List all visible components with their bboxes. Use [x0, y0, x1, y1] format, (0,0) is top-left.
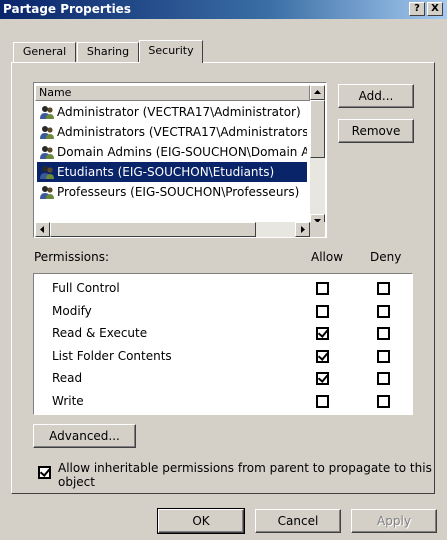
add-button-label: Add...	[358, 89, 394, 103]
permission-name: Read	[52, 371, 83, 385]
user-group-icon	[40, 146, 54, 159]
user-group-icon	[40, 106, 54, 119]
arrow-up-icon	[314, 90, 321, 94]
permission-name: Read & Execute	[52, 326, 148, 340]
scroll-left-button[interactable]	[35, 222, 50, 237]
allow-checkbox[interactable]	[316, 372, 329, 385]
tab-sharing[interactable]: Sharing	[77, 42, 139, 62]
cancel-button-label: Cancel	[277, 514, 319, 528]
principal-label: Etudiants (EIG-SOUCHON\Etudiants)	[57, 165, 275, 179]
principal-list-item[interactable]: Etudiants (EIG-SOUCHON\Etudiants)	[37, 162, 307, 182]
ok-button-label: OK	[192, 514, 210, 528]
user-group-icon	[40, 166, 54, 179]
advanced-button[interactable]: Advanced...	[33, 424, 136, 448]
tab-security[interactable]: Security	[139, 40, 203, 63]
arrow-left-icon	[40, 226, 44, 233]
scroll-thumb[interactable]	[310, 100, 325, 158]
tab-security-label: Security	[148, 44, 194, 57]
inherit-label-line2: object	[58, 475, 95, 489]
name-column-label: Name	[39, 86, 72, 99]
allow-checkbox[interactable]	[316, 349, 329, 363]
allow-checkbox[interactable]	[316, 327, 329, 340]
scroll-right-button[interactable]	[295, 222, 310, 237]
permission-name: List Folder Contents	[52, 348, 172, 363]
principal-label: Administrator (VECTRA17\Administrator)	[57, 105, 301, 119]
permission-name: Write	[52, 393, 84, 408]
deny-checkbox[interactable]	[377, 372, 390, 385]
allow-checkbox[interactable]	[316, 394, 329, 408]
deny-checkbox[interactable]	[377, 327, 390, 340]
list-horizontal-scrollbar[interactable]	[35, 222, 310, 237]
permissions-label: Permissions:	[34, 250, 110, 264]
inherit-label-line1: Allow inheritable permissions from paren…	[58, 461, 432, 475]
name-column-header[interactable]: Name	[35, 85, 310, 101]
window-title: Partage Properties	[3, 2, 131, 16]
principal-list-item[interactable]: Administrator (VECTRA17\Administrator)	[37, 102, 307, 122]
principal-label: Administrators (VECTRA17\Administrators)	[57, 125, 307, 139]
remove-button[interactable]: Remove	[338, 119, 414, 143]
deny-checkbox[interactable]	[377, 349, 390, 363]
principal-list-item[interactable]: Administrators (VECTRA17\Administrators)	[37, 122, 307, 142]
deny-checkbox[interactable]	[377, 282, 390, 295]
close-button[interactable]: X	[427, 2, 443, 16]
permission-name: Full Control	[52, 281, 120, 295]
remove-button-label: Remove	[351, 124, 401, 138]
user-group-icon	[40, 186, 54, 199]
principal-list-item[interactable]: Domain Admins (EIG-SOUCHON\Domain Admins…	[37, 142, 307, 162]
advanced-button-label: Advanced...	[49, 429, 120, 443]
deny-checkbox[interactable]	[377, 304, 390, 318]
help-button[interactable]: ?	[409, 2, 425, 16]
allow-checkbox[interactable]	[316, 304, 329, 318]
title-bar[interactable]: Partage Properties ? X	[0, 0, 447, 19]
tab-general-label: General	[22, 45, 67, 58]
list-vertical-scrollbar[interactable]	[310, 85, 325, 229]
principal-label: Domain Admins (EIG-SOUCHON\Domain Admins…	[57, 145, 307, 159]
principal-label: Professeurs (EIG-SOUCHON\Professeurs)	[57, 185, 300, 199]
deny-column-header: Deny	[370, 250, 402, 264]
cancel-button[interactable]: Cancel	[255, 509, 341, 533]
scroll-corner	[310, 222, 325, 237]
tab-general[interactable]: General	[13, 42, 76, 62]
deny-checkbox[interactable]	[377, 394, 390, 408]
add-button[interactable]: Add...	[338, 84, 414, 108]
allow-checkbox[interactable]	[316, 282, 329, 295]
principal-list-item[interactable]: Professeurs (EIG-SOUCHON\Professeurs)	[37, 182, 307, 199]
arrow-right-icon	[301, 226, 305, 233]
apply-button-label: Apply	[377, 514, 411, 528]
apply-button[interactable]: Apply	[351, 509, 437, 533]
inherit-checkbox[interactable]	[38, 466, 51, 479]
tab-sharing-label: Sharing	[86, 45, 130, 58]
hscroll-thumb[interactable]	[50, 222, 256, 237]
allow-column-header: Allow	[311, 250, 344, 264]
scroll-up-button[interactable]	[310, 85, 325, 100]
permission-name: Modify	[52, 303, 92, 318]
user-group-icon	[40, 126, 54, 139]
ok-button[interactable]: OK	[157, 508, 245, 534]
